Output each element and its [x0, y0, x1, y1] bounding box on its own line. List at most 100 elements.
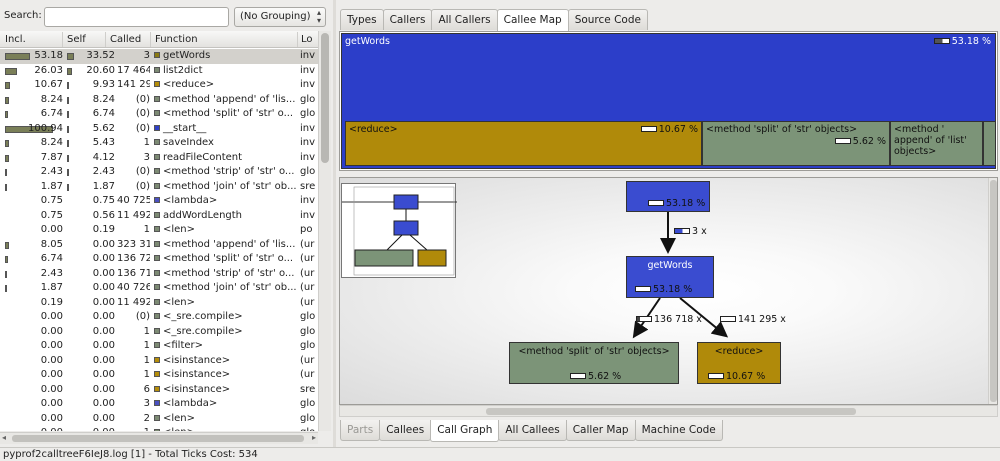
cost-type-color-icon	[154, 313, 160, 319]
called-cell: (0)	[135, 122, 150, 134]
graph-node-split[interactable]: <method 'split' of 'str' objects> 5.62 %	[509, 342, 679, 384]
status-bar: pyprof2calltreeF6IeJ8.log [1] - Total Ti…	[0, 447, 1000, 461]
incl-cell: 0.00	[40, 412, 63, 424]
col-location-header[interactable]: Lo	[301, 34, 313, 45]
cost-type-color-icon	[154, 211, 160, 218]
location-cell: inv	[300, 209, 316, 221]
tab-parts[interactable]: Parts	[340, 420, 381, 441]
tab-types[interactable]: Types	[340, 9, 384, 30]
scroll-thumb[interactable]	[486, 408, 856, 415]
callee-map-other[interactable]	[983, 121, 996, 166]
tab-callees[interactable]: Callees	[379, 420, 432, 441]
table-row[interactable]: 0.00 0.00 1 <isinstance> (ur	[0, 368, 318, 383]
table-row[interactable]: 0.75 0.75 40 725 <lambda> inv	[0, 194, 318, 209]
tab-machine-code[interactable]: Machine Code	[634, 420, 723, 441]
table-row[interactable]: 6.74 6.74 (0) <method 'split' of 'str' o...…	[0, 107, 318, 122]
scroll-thumb[interactable]	[12, 435, 304, 442]
graph-vertical-scrollbar[interactable]	[988, 178, 997, 404]
table-row[interactable]: 0.00 0.00 1 <_sre.compile> glo	[0, 325, 318, 340]
graph-node-caller[interactable]: 53.18 %	[626, 181, 710, 212]
call-graph-view: 53.18 % 3 x getWords 53.18 % 136 718 x 1…	[339, 177, 998, 405]
table-row[interactable]: 0.00 0.00 3 <lambda> glo	[0, 397, 318, 412]
table-row[interactable]: 0.00 0.19 1 <len> po	[0, 223, 318, 238]
location-cell: inv	[300, 50, 316, 61]
graph-horizontal-scrollbar[interactable]	[339, 405, 998, 417]
callee-map-split[interactable]: <method 'split' of 'str' objects> 5.62 %	[702, 121, 890, 166]
col-incl-header[interactable]: Incl.	[5, 34, 26, 45]
self-cell: 8.24	[92, 93, 115, 105]
tab-callee-map[interactable]: Callee Map	[496, 9, 569, 31]
table-row[interactable]: 10.67 9.93141 295 <reduce> inv	[0, 78, 318, 93]
tab-all-callers[interactable]: All Callers	[431, 9, 498, 30]
self-cell: 0.00	[92, 296, 115, 308]
incl-cell: 0.00	[40, 340, 63, 351]
tab-call-graph[interactable]: Call Graph	[430, 420, 500, 442]
location-cell: sre	[300, 383, 316, 395]
cost-type-color-icon	[154, 124, 160, 131]
table-row[interactable]: 8.05 0.00323 315 <method 'append' of 'lis.…	[0, 238, 318, 253]
table-row[interactable]: 26.03 20.60 17 464 list2dict inv	[0, 64, 318, 79]
table-vertical-scrollbar[interactable]	[318, 31, 331, 431]
visualization-pane: Types Callers All Callers Callee Map Source …	[336, 0, 1000, 447]
incl-cell: 7.87	[40, 151, 63, 163]
callee-map-reduce[interactable]: <reduce> 10.67 %	[345, 121, 702, 166]
table-row[interactable]: 1.87 0.00 40 726 <method 'join' of 'str' ob…	[0, 281, 318, 296]
table-row[interactable]: 100.94 5.62 (0) __start__ inv	[0, 122, 318, 137]
search-input[interactable]	[44, 7, 229, 27]
self-cell: 0.19	[92, 224, 115, 235]
incl-cell: 1.87	[40, 282, 63, 293]
table-row[interactable]: 0.00 0.00 1 <filter> glo	[0, 339, 318, 354]
scroll-thumb[interactable]	[321, 33, 329, 163]
scroll-left-icon[interactable]: ◂	[2, 433, 6, 442]
table-row[interactable]: 8.24 8.24 (0) <method 'append' of 'lis... gl…	[0, 93, 318, 108]
self-cell: 5.62	[92, 122, 115, 134]
cost-type-color-icon	[154, 153, 160, 160]
table-row[interactable]: 6.74 0.00136 721 <method 'split' of 'str' …	[0, 252, 318, 267]
table-row[interactable]: 0.00 0.00 (0) <_sre.compile> glo	[0, 310, 318, 325]
graph-node-split-label: <method 'split' of 'str' objects>	[518, 346, 670, 357]
graph-node-reduce-label: <reduce>	[714, 346, 764, 357]
cost-type-color-icon	[154, 81, 160, 87]
table-row[interactable]: 2.43 0.00136 718 <method 'strip' of 'str' …	[0, 267, 318, 282]
scroll-right-icon[interactable]: ▸	[312, 433, 316, 442]
callee-map-append[interactable]: <method ' append' of 'list' objects>	[890, 121, 983, 166]
edge-label-text: 141 295 x	[738, 314, 786, 325]
col-function-header[interactable]: Function	[155, 34, 198, 45]
cost-type-color-icon	[154, 240, 160, 247]
table-row[interactable]: 53.18 33.52 3 getWords inv	[0, 49, 318, 64]
col-called-header[interactable]: Called	[110, 34, 141, 45]
function-name: <_sre.compile>	[163, 311, 243, 322]
edge-label-text: 136 718 x	[654, 314, 702, 325]
tab-all-callees[interactable]: All Callees	[498, 420, 567, 441]
cost-type-color-icon	[154, 298, 160, 305]
tab-caller-map[interactable]: Caller Map	[565, 420, 636, 441]
function-name: <method 'split' of 'str' o...	[163, 108, 294, 119]
self-cell: 0.00	[92, 282, 115, 293]
table-row[interactable]: 0.19 0.00 11 492 <len> (ur	[0, 296, 318, 311]
table-row[interactable]: 7.87 4.12 3 readFileContent inv	[0, 151, 318, 166]
scroll-thumb[interactable]	[990, 180, 997, 402]
location-cell: glo	[300, 426, 318, 431]
graph-overview-minimap[interactable]	[341, 183, 457, 278]
table-row[interactable]: 0.00 0.00 6 <isinstance> sre	[0, 383, 318, 398]
table-row[interactable]: 0.75 0.56 11 492 addWordLength inv	[0, 209, 318, 224]
top-tab-bar: Types Callers All Callers Callee Map Source …	[340, 9, 648, 31]
incl-cell: 1.87	[40, 180, 63, 192]
table-row[interactable]: 1.87 1.87 (0) <method 'join' of 'str' ob...…	[0, 180, 318, 195]
table-horizontal-scrollbar[interactable]: ◂ ▸	[0, 432, 318, 444]
graph-node-reduce[interactable]: <reduce> 10.67 %	[697, 342, 781, 384]
tab-callers[interactable]: Callers	[382, 9, 433, 30]
table-row[interactable]: 0.00 0.00 1 <isinstance> (ur	[0, 354, 318, 369]
grouping-select[interactable]: (No Grouping) ▴ ▾	[234, 7, 326, 27]
table-row[interactable]: 0.000.001<len>glo	[0, 426, 318, 431]
table-row[interactable]: 0.00 0.00 2 <len> glo	[0, 412, 318, 427]
called-cell: (0)	[135, 311, 150, 322]
graph-node-getwords[interactable]: getWords 53.18 %	[626, 256, 714, 298]
table-row[interactable]: 2.43 2.43 (0) <method 'strip' of 'str' o...…	[0, 165, 318, 180]
graph-node-caller-pct: 53.18 %	[648, 198, 705, 209]
col-self-header[interactable]: Self	[67, 34, 86, 45]
table-row[interactable]: 8.24 5.43 1 saveIndex inv	[0, 136, 318, 151]
tab-source-code[interactable]: Source Code	[567, 9, 648, 30]
self-cell: 5.43	[92, 137, 115, 148]
function-cell: <method 'strip' of 'str' o...	[154, 267, 296, 282]
